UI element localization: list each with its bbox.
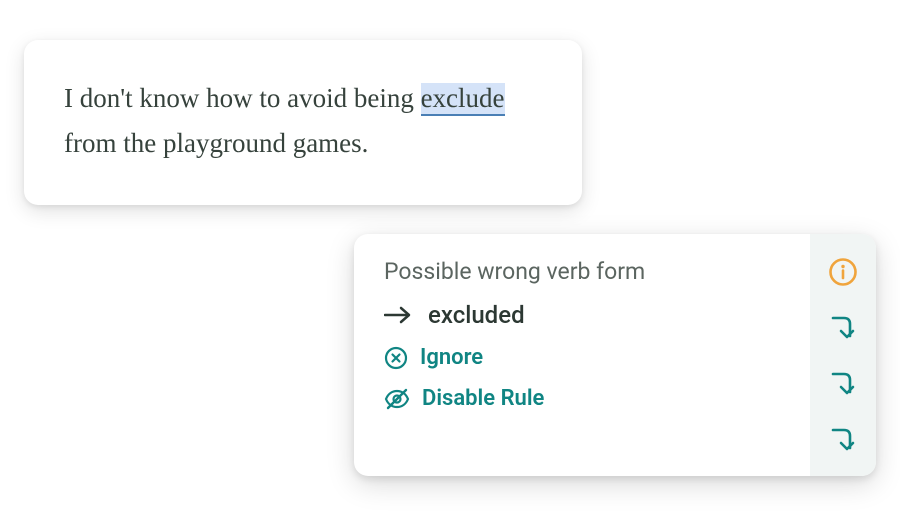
close-circle-icon <box>384 346 408 370</box>
eye-off-icon <box>384 387 410 411</box>
ignore-button[interactable]: Ignore <box>384 345 790 370</box>
grammar-suggestion-popup: Possible wrong verb form excluded Ignore <box>354 234 876 476</box>
text-before: I don't know how to avoid being <box>64 83 421 113</box>
insert-suggestion-button-3[interactable] <box>827 424 859 456</box>
text-editor-card: I don't know how to avoid being exclude … <box>24 40 582 205</box>
disable-label: Disable Rule <box>422 386 544 411</box>
text-after: from the playground games. <box>64 128 368 158</box>
popup-side-column <box>810 234 876 476</box>
arrow-right-icon <box>384 305 412 325</box>
popup-main-column: Possible wrong verb form excluded Ignore <box>354 234 810 476</box>
popup-title: Possible wrong verb form <box>384 258 790 285</box>
apply-suggestion-button[interactable]: excluded <box>384 301 790 329</box>
sentence-text[interactable]: I don't know how to avoid being exclude … <box>64 76 542 165</box>
insert-suggestion-button-2[interactable] <box>827 368 859 400</box>
corner-down-arrow-icon <box>830 426 856 454</box>
info-icon <box>828 257 858 287</box>
corner-down-arrow-icon <box>830 314 856 342</box>
flagged-word[interactable]: exclude <box>421 83 505 116</box>
corner-down-arrow-icon <box>830 370 856 398</box>
info-button[interactable] <box>827 256 859 288</box>
disable-rule-button[interactable]: Disable Rule <box>384 386 790 411</box>
insert-suggestion-button[interactable] <box>827 312 859 344</box>
ignore-label: Ignore <box>420 345 483 370</box>
suggestion-text: excluded <box>428 301 525 329</box>
